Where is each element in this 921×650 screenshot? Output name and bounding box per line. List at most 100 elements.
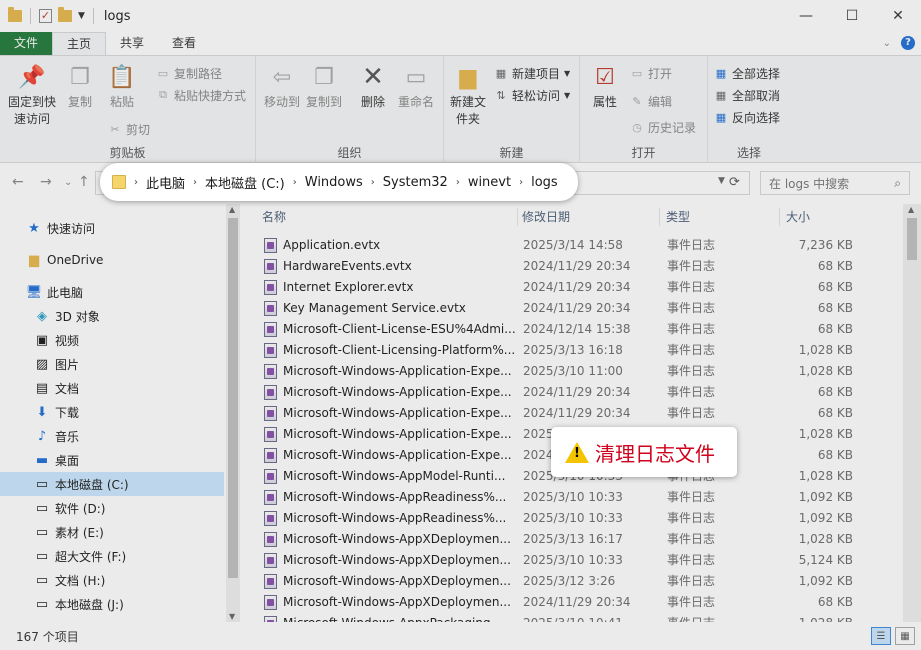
scroll-up-icon[interactable]: ▲ (908, 205, 914, 214)
pin-icon: 📌 (18, 64, 46, 90)
table-row[interactable]: Microsoft-Windows-AppXDeploymen... 2024/1… (240, 591, 904, 612)
nav-item-videos[interactable]: ▣ 视频 (0, 328, 224, 352)
scroll-down-icon[interactable]: ▼ (229, 612, 235, 621)
address-dropdown-icon[interactable]: ▼ (718, 176, 725, 186)
file-list-scrollbar[interactable]: ▲ (903, 204, 921, 622)
delete-button[interactable]: ✕ 删除 (358, 62, 388, 111)
back-icon[interactable]: ← (12, 174, 24, 190)
column-type[interactable]: 类型 (662, 208, 780, 226)
large-icons-view-icon: ▦ (900, 630, 910, 642)
breadcrumb-item-windows[interactable]: Windows (305, 175, 363, 190)
table-row[interactable]: Microsoft-Windows-AppXDeploymen... 2025/3… (240, 570, 904, 591)
nav-item-drive-h[interactable]: ▭ 文档 (H:) (0, 568, 224, 592)
nav-pane-scrollbar[interactable]: ▲ ▼ (226, 204, 240, 622)
table-row[interactable]: Microsoft-Windows-Application-Expe... 202… (240, 360, 904, 381)
history-button[interactable]: ◷ 历史记录 (630, 118, 696, 136)
move-to-button[interactable]: ⇦ 移动到 (262, 62, 302, 111)
table-row[interactable]: Microsoft-Client-Licensing-Platform%... 2… (240, 339, 904, 360)
large-icons-view-button[interactable]: ▦ (895, 627, 915, 645)
table-row[interactable]: Key Management Service.evtx 2024/11/29 20… (240, 297, 904, 318)
breadcrumb-item-drive-c[interactable]: 本地磁盘 (C:) (205, 173, 285, 192)
refresh-icon[interactable]: ⟳ (729, 175, 740, 190)
copy-path-button[interactable]: ▭ 复制路径 (156, 64, 222, 82)
tab-file[interactable]: 文件 (0, 32, 53, 55)
paste-shortcut-button[interactable]: ⧉ 粘贴快捷方式 (156, 86, 246, 104)
scroll-up-icon[interactable]: ▲ (229, 205, 235, 214)
easy-access-button[interactable]: ⇅ 轻松访问 ▼ (494, 86, 570, 104)
file-size: 68 KB (817, 280, 853, 294)
edit-button[interactable]: ✎ 编辑 (630, 92, 672, 110)
breadcrumb-item-system32[interactable]: System32 (383, 175, 448, 190)
scrollbar-thumb[interactable] (228, 218, 238, 578)
maximize-button[interactable]: ☐ (829, 0, 875, 32)
search-input[interactable]: 在 logs 中搜索 ⌕ (760, 171, 910, 195)
properties-icon[interactable]: ✓ (39, 9, 52, 23)
nav-item-pictures[interactable]: ▨ 图片 (0, 352, 224, 376)
tab-view[interactable]: 查看 (158, 32, 210, 55)
nav-item-drive-c[interactable]: ▭ 本地磁盘 (C:) (0, 472, 224, 496)
nav-item-3d-objects[interactable]: ◈ 3D 对象 (0, 304, 224, 328)
navigation-pane: ★ 快速访问 ▆ OneDrive 🖥 此电脑 ◈ 3D 对象 ▣ 视频 ▨ 图… (0, 204, 240, 622)
copy-to-button[interactable]: ❐ 复制到 (304, 62, 344, 111)
breadcrumb-item-logs[interactable]: logs (531, 175, 558, 190)
nav-item-documents[interactable]: ▤ 文档 (0, 376, 224, 400)
collapse-ribbon-icon[interactable]: ⌄ (883, 38, 891, 49)
new-folder-button[interactable]: ▆ 新建文件夹 (448, 62, 488, 128)
breadcrumb-item-winevt[interactable]: winevt (468, 175, 511, 190)
file-size: 68 KB (817, 322, 853, 336)
nav-item-desktop[interactable]: ▬ 桌面 (0, 448, 224, 472)
chevron-right-icon: › (193, 176, 198, 188)
new-item-button[interactable]: ▦ 新建项目 ▼ (494, 64, 570, 82)
nav-item-drive-f[interactable]: ▭ 超大文件 (F:) (0, 544, 224, 568)
table-row[interactable]: Application.evtx 2025/3/14 14:58 事件日志 7,236… (240, 234, 904, 255)
nav-item-drive-e[interactable]: ▭ 素材 (E:) (0, 520, 224, 544)
table-row[interactable]: Internet Explorer.evtx 2024/11/29 20:34 事件… (240, 276, 904, 297)
invert-selection-button[interactable]: ▦ 反向选择 (714, 108, 780, 126)
breadcrumb-item-this-pc[interactable]: 此电脑 (146, 173, 185, 192)
help-icon[interactable]: ? (901, 36, 915, 50)
open-button[interactable]: ▭ 打开 (630, 64, 672, 82)
nav-item-drive-d[interactable]: ▭ 软件 (D:) (0, 496, 224, 520)
file-date: 2024/11/29 20:34 (523, 301, 631, 315)
column-date[interactable]: 修改日期 (518, 208, 660, 226)
table-row[interactable]: Microsoft-Windows-AppReadiness%... 2025/3… (240, 507, 904, 528)
up-icon[interactable]: ↑ (78, 174, 90, 190)
scrollbar-thumb[interactable] (907, 218, 917, 260)
nav-item-downloads[interactable]: ⬇ 下载 (0, 400, 224, 424)
new-folder-icon[interactable] (58, 7, 72, 22)
tab-home[interactable]: 主页 (52, 32, 107, 55)
properties-button[interactable]: ☑ 属性 (590, 62, 620, 111)
table-row[interactable]: HardwareEvents.evtx 2024/11/29 20:34 事件日志 6… (240, 255, 904, 276)
nav-item-onedrive[interactable]: ▆ OneDrive (0, 248, 224, 272)
table-row[interactable]: Microsoft-Windows-AppReadiness%... 2025/3… (240, 486, 904, 507)
table-row[interactable]: Microsoft-Windows-AppxPackaging...2025/3… (240, 612, 904, 622)
table-row[interactable]: Microsoft-Windows-AppXDeploymen... 2025/3… (240, 549, 904, 570)
minimize-button[interactable]: — (783, 0, 829, 32)
customize-qat-icon[interactable]: ▼ (78, 11, 85, 21)
cut-button[interactable]: ✂ 剪切 (108, 120, 150, 138)
tab-share[interactable]: 共享 (106, 32, 158, 55)
table-row[interactable]: Microsoft-Client-License-ESU%4Admi... 202… (240, 318, 904, 339)
select-none-button[interactable]: ▦ 全部取消 (714, 86, 780, 104)
pin-button[interactable]: 📌 固定到快速访问 (6, 62, 58, 128)
rename-button[interactable]: ▭ 重命名 (396, 62, 436, 111)
recent-locations-icon[interactable]: ⌄ (64, 177, 72, 188)
copy-button[interactable]: ❐ 复制 (62, 62, 98, 111)
nav-item-this-pc[interactable]: 🖥 此电脑 (0, 280, 224, 304)
column-size[interactable]: 大小 (782, 208, 862, 226)
table-row[interactable]: Microsoft-Windows-Application-Expe... 202… (240, 381, 904, 402)
file-name: Microsoft-Windows-AppReadiness%... (283, 511, 507, 525)
close-button[interactable]: ✕ (875, 0, 921, 32)
column-name[interactable]: 名称 (258, 208, 518, 226)
select-all-button[interactable]: ▦ 全部选择 (714, 64, 780, 82)
file-type: 事件日志 (667, 595, 716, 609)
nav-item-drive-j[interactable]: ▭ 本地磁盘 (J:) (0, 592, 224, 616)
nav-item-music[interactable]: ♪ 音乐 (0, 424, 224, 448)
table-row[interactable]: Microsoft-Windows-AppXDeploymen... 2025/3… (240, 528, 904, 549)
nav-item-quick-access[interactable]: ★ 快速访问 (0, 216, 224, 240)
paste-button[interactable]: 📋 粘贴 (104, 62, 140, 111)
table-row[interactable]: Microsoft-Windows-Application-Expe... 202… (240, 402, 904, 423)
forward-icon[interactable]: → (40, 174, 52, 190)
folder-icon[interactable] (8, 7, 22, 22)
details-view-button[interactable]: ☰ (871, 627, 891, 645)
